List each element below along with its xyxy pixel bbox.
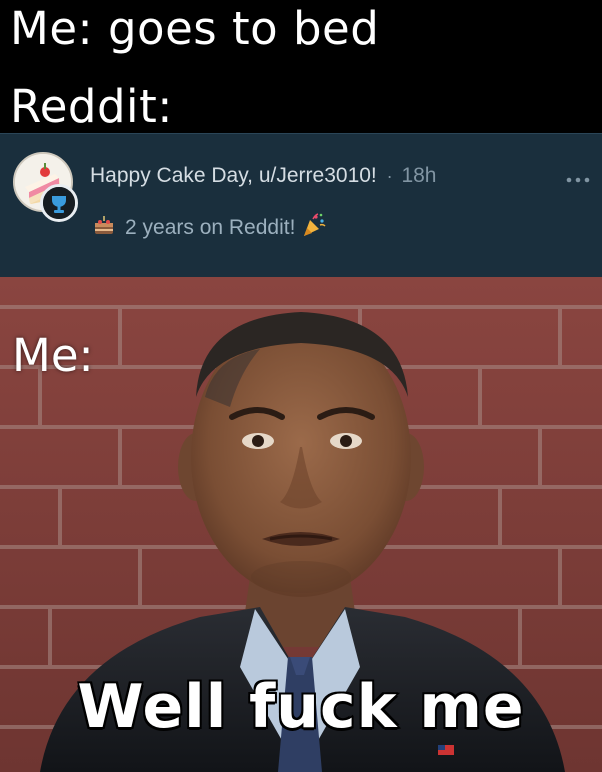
notification-title: Happy Cake Day, u/Jerre3010! bbox=[90, 164, 377, 187]
meme: Me: goes to bed Reddit: Happy Cake Day, … bbox=[0, 0, 602, 772]
notification-subtitle: 2 years on Reddit! bbox=[125, 216, 296, 239]
reddit-notification[interactable]: Happy Cake Day, u/Jerre3010! · 18h bbox=[0, 133, 602, 277]
notification-subtitle-row: 2 years on Reddit! bbox=[92, 213, 327, 243]
cake-icon bbox=[92, 213, 116, 243]
more-options-icon[interactable] bbox=[565, 172, 591, 190]
time-ago: 18h bbox=[401, 164, 437, 187]
panel-label: Me: bbox=[12, 329, 94, 382]
bottom-caption: Well fuck me bbox=[76, 671, 525, 744]
top-caption: Me: goes to bed Reddit: bbox=[0, 0, 602, 133]
top-caption-line-1: Me: goes to bed bbox=[10, 2, 380, 55]
party-popper-icon bbox=[301, 212, 327, 244]
notification-title-row: Happy Cake Day, u/Jerre3010! · 18h bbox=[90, 164, 437, 194]
top-caption-line-2: Reddit: bbox=[10, 80, 173, 133]
trophy-icon bbox=[40, 184, 78, 222]
separator-dot: · bbox=[386, 166, 393, 186]
